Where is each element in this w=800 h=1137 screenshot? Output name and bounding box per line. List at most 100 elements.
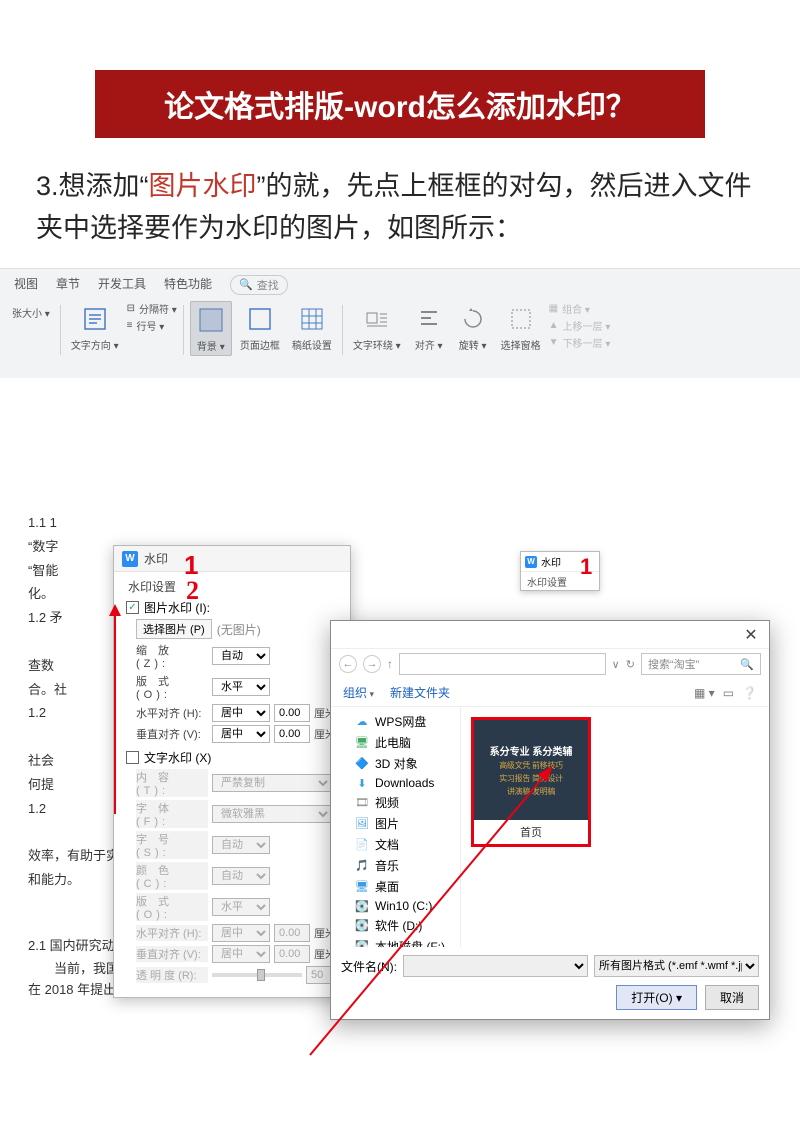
open-button[interactable]: 打开(O) ▾	[616, 985, 697, 1010]
thumb-line2c: 讲演稿 发明稿	[507, 786, 555, 797]
nav-forward-button[interactable]: →	[363, 655, 381, 673]
field-opacity: 透 明 度 (R):	[136, 966, 342, 984]
select-zoom[interactable]: 自动	[212, 647, 270, 665]
rg-rotate[interactable]: 旋转 ▾	[453, 301, 493, 354]
fd-content[interactable]: 系分专业 系分类辅 高级文凭 前移技巧 实习报告 简历设计 讲演稿 发明稿 首页	[461, 707, 769, 947]
address-bar[interactable]	[399, 653, 606, 675]
fd-body: ☁WPS网盘🖥此电脑🔷3D 对象 ⬇ Downloads 🎞视频🖼图片📄文档🎵音乐 🖥 桌…	[331, 707, 769, 947]
lbl-font: 字 体 (F):	[136, 800, 208, 828]
checkbox-text-watermark[interactable]: ✓ 文字水印 (X)	[126, 749, 342, 766]
rg-textdir[interactable]: 文字方向 ▾	[67, 301, 123, 354]
select-halign[interactable]: 居中	[212, 704, 270, 722]
input-valign-val[interactable]	[274, 725, 310, 743]
rg-down[interactable]: ▼下移一层 ▾	[549, 335, 611, 350]
thumb-line1: 系分专业 系分类辅	[490, 743, 573, 758]
p1: 1.1 1	[28, 513, 708, 534]
thumb-line2a: 高级文凭 前移技巧	[499, 760, 563, 771]
rg-separator[interactable]: ⊟ 分隔符 ▾	[127, 301, 177, 316]
filename-label: 文件名(N):	[341, 958, 397, 975]
nav-item-1[interactable]: 🖥此电脑	[331, 732, 460, 753]
select-valign[interactable]: 居中	[212, 725, 270, 743]
nav-item-2[interactable]: 🔷3D 对象	[331, 753, 460, 774]
filetype-select[interactable]: 所有图片格式 (*.emf *.wmf *.jp	[594, 955, 759, 977]
nav-item-7[interactable]: 🎵音乐	[331, 855, 460, 876]
rg-pageborder[interactable]: 页面边框	[236, 301, 284, 354]
ribbon-tab-dev[interactable]: 开发工具	[98, 275, 146, 295]
select-layout[interactable]: 水平	[212, 678, 270, 696]
ribbon-tab-chapter[interactable]: 章节	[56, 275, 80, 295]
filename-input[interactable]	[403, 955, 588, 977]
rg-wrap[interactable]: 文字环绕 ▾	[349, 301, 405, 354]
select-content: 严禁复制	[212, 774, 332, 792]
select-valign2: 居中	[212, 945, 270, 963]
nav-item-icon: 🖥	[355, 880, 369, 894]
nav-item-icon: 🔷	[355, 757, 369, 771]
rg-group[interactable]: ▦组合 ▾	[549, 301, 611, 316]
field-halign: 水平对齐 (H): 居中 厘米	[136, 704, 342, 722]
ribbon-body: 张大小 ▾ 文字方向 ▾ ⊟ 分隔符 ▾ ≡行号 ▾ 背景 ▾ 页面边框	[0, 295, 800, 356]
nav-item-4[interactable]: 🎞视频	[331, 792, 460, 813]
close-button[interactable]: ✕	[737, 625, 765, 645]
nav-item-label: 图片	[375, 815, 399, 832]
select-font: 微软雅黑	[212, 805, 332, 823]
ribbon-tab-view[interactable]: 视图	[14, 275, 38, 295]
ribbon-search[interactable]: 🔍 查找	[230, 275, 288, 295]
nav-up-icon[interactable]: ↑	[387, 657, 393, 671]
setting-head: 水印设置	[128, 578, 342, 595]
nav-item-8[interactable]: 🖥 桌面	[331, 876, 460, 897]
linenum-label: 行号 ▾	[136, 318, 164, 333]
input-halign-val[interactable]	[274, 704, 310, 722]
lbl-halign2: 水平对齐 (H):	[136, 925, 208, 941]
pane-icon[interactable]: ▭	[723, 686, 734, 700]
toolbar-organize[interactable]: 组织	[343, 684, 374, 701]
lbl-zoom: 缩 放 (Z):	[136, 642, 208, 670]
rg-up[interactable]: ▲上移一层 ▾	[549, 318, 611, 333]
rg-separator-col: ⊟ 分隔符 ▾ ≡行号 ▾	[127, 301, 177, 333]
nav-item-11[interactable]: 💽本地磁盘 (F:)	[331, 936, 460, 947]
ribbon-tab-features[interactable]: 特色功能	[164, 275, 212, 295]
dialog-buttons: 打开(O) ▾ 取消	[341, 985, 759, 1010]
nav-back-button[interactable]: ←	[339, 655, 357, 673]
file-thumbnail-selected[interactable]: 系分专业 系分类辅 高级文凭 前移技巧 实习报告 简历设计 讲演稿 发明稿 首页	[471, 717, 591, 847]
rg-grid[interactable]: 稿纸设置	[288, 301, 336, 354]
select-halign2: 居中	[212, 924, 270, 942]
file-search-input[interactable]: 搜索“淘宝” 🔍	[641, 653, 761, 675]
nav-item-10[interactable]: 💽 软件 (D:)	[331, 915, 460, 936]
separator-icon: ⊟	[127, 303, 135, 314]
toolbar-newfolder[interactable]: 新建文件夹	[390, 684, 450, 701]
nav-item-label: 视频	[375, 794, 399, 811]
rg-background[interactable]: 背景 ▾	[190, 301, 232, 356]
rg-size[interactable]: 张大小 ▾	[8, 301, 54, 322]
rg-align[interactable]: 对齐 ▾	[409, 301, 449, 354]
nav-item-0[interactable]: ☁WPS网盘	[331, 711, 460, 732]
nav-item-5[interactable]: 🖼图片	[331, 813, 460, 834]
nav-item-label: Downloads	[375, 776, 434, 790]
nav-item-6[interactable]: 📄文档	[331, 834, 460, 855]
nav-item-label: 软件 (D:)	[375, 917, 422, 934]
rotate-icon	[457, 303, 489, 335]
select-image-button[interactable]: 选择图片 (P)	[136, 619, 212, 639]
nav-item-label: 桌面	[375, 878, 399, 895]
callout-marker-2: 2	[186, 576, 199, 606]
field-layout: 版 式 (O): 水平	[136, 673, 342, 701]
rg-linenum[interactable]: ≡行号 ▾	[127, 318, 177, 333]
rg-select[interactable]: 选择窗格	[497, 301, 545, 354]
rg-pageborder-label: 页面边框	[240, 337, 280, 352]
view-icon[interactable]: ▦ ▾	[694, 686, 715, 700]
nav-item-label: Win10 (C:)	[375, 899, 432, 913]
cancel-button[interactable]: 取消	[705, 985, 759, 1010]
rg-textdir-label: 文字方向 ▾	[71, 337, 119, 352]
dialog-titlebar: W 水印	[114, 546, 350, 572]
checkbox-image-watermark[interactable]: ✓ 图片水印 (I):	[126, 599, 342, 616]
search-icon: 🔍	[740, 658, 754, 671]
nav-item-icon: ⬇	[355, 776, 369, 790]
rg-align-label: 对齐 ▾	[415, 337, 443, 352]
separator-label: 分隔符 ▾	[139, 301, 177, 316]
nav-item-9[interactable]: 💽Win10 (C:)	[331, 897, 460, 915]
nav-item-3[interactable]: ⬇ Downloads	[331, 774, 460, 792]
nav-item-icon: 💽	[355, 919, 369, 933]
help-icon[interactable]: ❔	[742, 686, 757, 700]
group-label: 组合 ▾	[562, 301, 590, 316]
thumbnail-name: 首页	[474, 824, 588, 840]
address-dropdown-icon[interactable]: ∨ ↻	[612, 658, 635, 671]
